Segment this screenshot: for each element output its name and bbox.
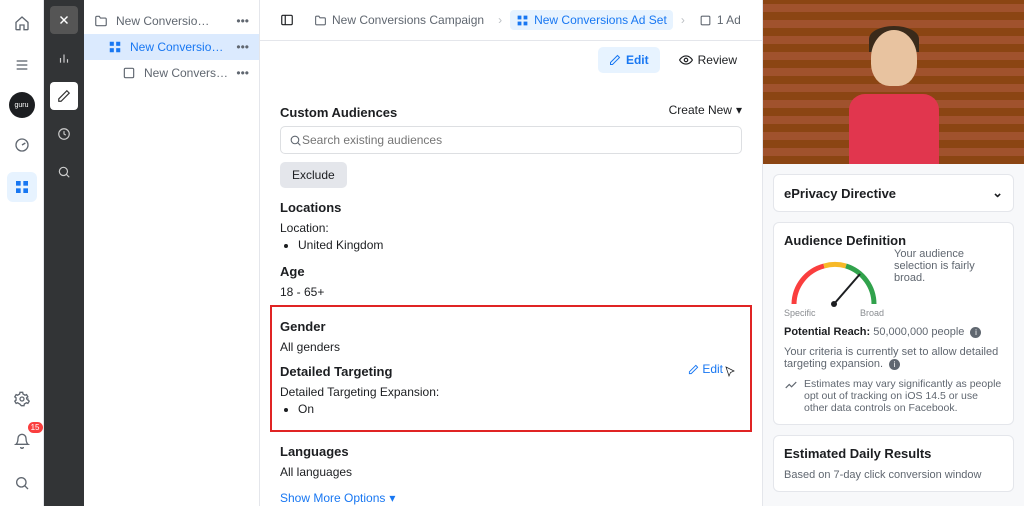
audience-def-title: Audience Definition — [784, 233, 1003, 248]
guru-badge[interactable]: guru — [9, 92, 35, 118]
estimate-warning: Estimates may vary significantly as peop… — [804, 378, 1003, 414]
folder-icon — [314, 14, 327, 27]
home-icon[interactable] — [7, 8, 37, 38]
detailed-edit-button[interactable]: Edit — [688, 360, 736, 378]
cursor-icon — [724, 366, 736, 378]
highlight-box: Gender All genders Detailed Targeting Ed… — [270, 305, 752, 432]
locations-value: United Kingdom — [298, 238, 742, 252]
tree-more-icon[interactable]: ••• — [236, 14, 249, 28]
settings-icon[interactable] — [7, 384, 37, 414]
tools-nav — [44, 0, 84, 506]
gauge-broad: Broad — [860, 308, 884, 318]
caret-down-icon: ▾ — [736, 103, 742, 117]
ad-icon — [122, 66, 136, 80]
chevron-right-icon: › — [498, 13, 502, 27]
search-icon[interactable] — [7, 468, 37, 498]
presenter-image — [839, 24, 949, 164]
audience-search[interactable] — [280, 126, 742, 154]
gender-value: All genders — [280, 340, 742, 354]
audience-note: Your audience selection is fairly broad. — [894, 248, 1003, 284]
eprivacy-title: ePrivacy Directive — [784, 186, 896, 201]
breadcrumb-adset[interactable]: New Conversions Ad Set — [510, 10, 673, 30]
breadcrumb-campaign[interactable]: New Conversions Campaign — [308, 10, 490, 30]
languages-title: Languages — [280, 444, 742, 459]
adset-icon — [516, 14, 529, 27]
exclude-button[interactable]: Exclude — [280, 162, 347, 188]
breadcrumb-bar: New Conversions Campaign › New Conversio… — [260, 0, 762, 41]
tree-adset[interactable]: New Conversions ... ••• — [84, 34, 259, 60]
detailed-expansion-value: On — [298, 402, 742, 416]
search-icon — [289, 134, 302, 147]
reach-value: 50,000,000 people — [873, 326, 964, 338]
tree-ad-label: New Conversion... — [144, 66, 228, 80]
right-panel: ePrivacy Directive ⌄ Audience Definition — [762, 0, 1024, 506]
languages-value: All languages — [280, 465, 742, 479]
locations-title: Locations — [280, 200, 742, 215]
audience-gauge — [784, 254, 884, 308]
notifications-icon[interactable]: 15 — [7, 426, 37, 456]
panel-toggle-icon[interactable] — [274, 10, 300, 30]
estimated-daily-results-card: Estimated Daily Results Based on 7-day c… — [773, 435, 1014, 492]
age-title: Age — [280, 264, 742, 279]
detailed-expansion-label: Detailed Targeting Expansion: — [280, 385, 742, 399]
age-value: 18 - 65+ — [280, 285, 742, 299]
close-icon[interactable] — [50, 6, 78, 34]
zoom-icon[interactable] — [50, 158, 78, 186]
tree-more-icon[interactable]: ••• — [236, 40, 249, 54]
edit-button[interactable]: Edit — [598, 47, 660, 73]
clock-icon[interactable] — [50, 120, 78, 148]
left-nav: guru 15 — [0, 0, 44, 506]
info-icon[interactable]: i — [889, 359, 900, 370]
show-more-options[interactable]: Show More Options ▾ — [280, 491, 742, 505]
ad-icon — [699, 14, 712, 27]
menu-icon[interactable] — [7, 50, 37, 80]
ads-manager-icon[interactable] — [7, 172, 37, 202]
tree-campaign-label: New Conversions Ca... — [116, 14, 216, 28]
gender-title: Gender — [280, 319, 742, 334]
tree-campaign[interactable]: New Conversions Ca... ••• — [84, 8, 259, 34]
caret-down-icon: ▾ — [389, 491, 395, 505]
gauge-specific: Specific — [784, 308, 816, 318]
chevron-right-icon: › — [681, 13, 685, 27]
chevron-down-icon: ⌄ — [992, 185, 1003, 201]
dashboard-icon[interactable] — [7, 130, 37, 160]
tree-ad[interactable]: New Conversion... ••• — [84, 60, 259, 86]
edr-sub: Based on 7-day click conversion window — [784, 469, 1003, 481]
audience-search-input[interactable] — [302, 133, 733, 147]
main-editor: New Conversions Campaign › New Conversio… — [260, 0, 762, 506]
chart-icon[interactable] — [50, 44, 78, 72]
custom-audiences-title: Custom Audiences — [280, 105, 397, 120]
folder-icon — [94, 14, 108, 28]
review-button[interactable]: Review — [668, 47, 748, 73]
info-icon[interactable]: i — [970, 327, 981, 338]
notif-count: 15 — [28, 422, 43, 433]
campaign-tree: New Conversions Ca... ••• New Conversion… — [84, 0, 260, 506]
edr-title: Estimated Daily Results — [784, 446, 1003, 461]
audience-definition-card: Audience Definition Specific — [773, 222, 1014, 425]
tree-more-icon[interactable]: ••• — [236, 66, 249, 80]
pencil-icon — [609, 54, 621, 66]
video-overlay — [763, 0, 1024, 164]
detailed-targeting-title: Detailed Targeting — [280, 364, 742, 379]
trend-icon — [784, 378, 798, 392]
breadcrumb-ad[interactable]: 1 Ad — [693, 10, 747, 30]
eprivacy-card[interactable]: ePrivacy Directive ⌄ — [773, 174, 1014, 212]
adset-icon — [108, 40, 122, 54]
eye-icon — [679, 53, 693, 67]
create-new-button[interactable]: Create New ▾ — [669, 103, 742, 117]
reach-label: Potential Reach: — [784, 326, 870, 338]
tree-adset-label: New Conversions ... — [130, 40, 228, 54]
pencil-icon — [688, 364, 699, 375]
locations-label: Location: — [280, 221, 742, 235]
criteria-text: Your criteria is currently set to allow … — [784, 346, 1003, 370]
edit-tool-icon[interactable] — [50, 82, 78, 110]
